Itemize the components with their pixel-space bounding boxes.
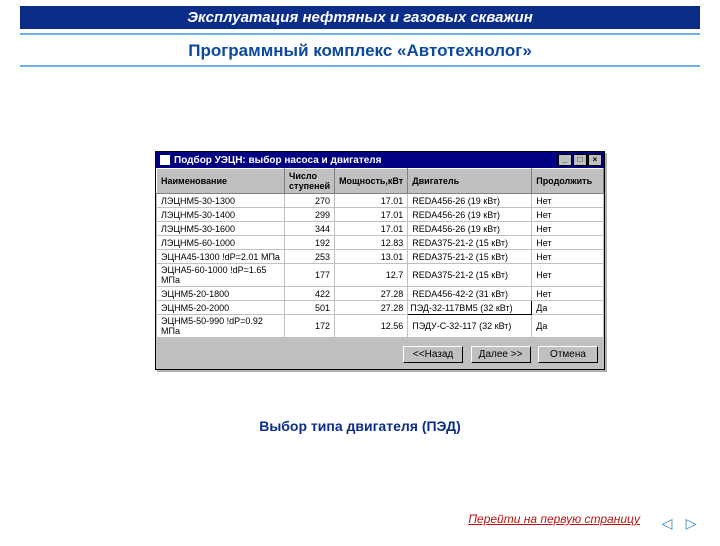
table-row[interactable]: ЛЭЦНМ5-30-140029917.01REDA456-26 (19 кВт…: [157, 208, 604, 222]
cell-stages[interactable]: 299: [285, 208, 335, 222]
col-name[interactable]: Наименование: [157, 169, 285, 194]
cell-name[interactable]: ЛЭЦНМ5-30-1600: [157, 222, 285, 236]
cell-motor[interactable]: REDA375-21-2 (15 кВт): [408, 250, 532, 264]
cell-continue[interactable]: Нет: [532, 208, 604, 222]
col-continue[interactable]: Продолжить: [532, 169, 604, 194]
cell-stages[interactable]: 344: [285, 222, 335, 236]
page-subtitle: Программный комплекс «Автотехнолог»: [0, 41, 720, 61]
minimize-button[interactable]: _: [558, 154, 572, 166]
next-slide-icon[interactable]: ▷: [682, 514, 700, 532]
cell-continue[interactable]: Да: [532, 315, 604, 338]
cell-name[interactable]: ЭЦНМ5-20-2000: [157, 301, 285, 315]
window-titlebar[interactable]: Подбор УЭЦН: выбор насоса и двигателя _ …: [156, 152, 604, 168]
wizard-button-bar: <<Назад Далее >> Отмена: [156, 338, 604, 369]
close-button[interactable]: ×: [588, 154, 602, 166]
cell-motor[interactable]: REDA456-26 (19 кВт): [408, 222, 532, 236]
cell-power[interactable]: 13.01: [335, 250, 408, 264]
cell-continue[interactable]: Нет: [532, 222, 604, 236]
cell-motor[interactable]: ПЭДУ-С-32-117 (32 кВт): [408, 315, 532, 338]
cell-motor[interactable]: REDA456-42-2 (31 кВт): [408, 287, 532, 301]
app-icon: [160, 155, 170, 165]
page-header: Эксплуатация нефтяных и газовых скважин: [20, 6, 700, 29]
table-row[interactable]: ЛЭЦНМ5-30-160034417.01REDA456-26 (19 кВт…: [157, 222, 604, 236]
cell-motor[interactable]: REDA375-21-2 (15 кВт): [408, 236, 532, 250]
cell-power[interactable]: 17.01: [335, 208, 408, 222]
nav-arrows: ◁ ▷: [658, 514, 700, 532]
next-button[interactable]: Далее >>: [471, 346, 531, 363]
table-row[interactable]: ЭЦНМ5-20-200050127.28ПЭД-32-117ВМ5 (32 к…: [157, 301, 604, 315]
cell-continue[interactable]: Нет: [532, 264, 604, 287]
cell-continue[interactable]: Нет: [532, 194, 604, 208]
cell-name[interactable]: ЭЦНА45-1300 !dP=2.01 МПа: [157, 250, 285, 264]
cell-motor[interactable]: REDA456-26 (19 кВт): [408, 194, 532, 208]
cell-power[interactable]: 12.7: [335, 264, 408, 287]
table-row[interactable]: ЛЭЦНМ5-60-100019212.83REDA375-21-2 (15 к…: [157, 236, 604, 250]
cell-continue[interactable]: Нет: [532, 236, 604, 250]
cell-name[interactable]: ЛЭЦНМ5-30-1300: [157, 194, 285, 208]
col-stages[interactable]: Число ступеней: [285, 169, 335, 194]
table-row[interactable]: ЭЦНМ5-20-180042227.28REDA456-42-2 (31 кВ…: [157, 287, 604, 301]
separator-bottom: [20, 65, 700, 67]
first-page-link[interactable]: Перейти на первую страницу: [468, 512, 640, 526]
cell-continue[interactable]: Да: [532, 301, 604, 315]
cell-stages[interactable]: 177: [285, 264, 335, 287]
app-window: Подбор УЭЦН: выбор насоса и двигателя _ …: [155, 151, 605, 370]
table-row[interactable]: ЛЭЦНМ5-30-130027017.01REDA456-26 (19 кВт…: [157, 194, 604, 208]
table-header-row: Наименование Число ступеней Мощность,кВт…: [157, 169, 604, 194]
cell-name[interactable]: ЭЦНА5-60-1000 !dP=1.65 МПа: [157, 264, 285, 287]
window-title: Подбор УЭЦН: выбор насоса и двигателя: [174, 155, 557, 166]
col-motor[interactable]: Двигатель: [408, 169, 532, 194]
cancel-button[interactable]: Отмена: [538, 346, 598, 363]
cell-name[interactable]: ЭЦНМ5-50-990 !dP=0.92 МПа: [157, 315, 285, 338]
cell-motor[interactable]: REDA375-21-2 (15 кВт): [408, 264, 532, 287]
cell-motor[interactable]: ПЭД-32-117ВМ5 (32 кВт): [408, 301, 532, 315]
cell-stages[interactable]: 270: [285, 194, 335, 208]
cell-power[interactable]: 27.28: [335, 301, 408, 315]
cell-stages[interactable]: 192: [285, 236, 335, 250]
separator-top: [20, 33, 700, 35]
cell-stages[interactable]: 422: [285, 287, 335, 301]
cell-name[interactable]: ЭЦНМ5-20-1800: [157, 287, 285, 301]
cell-motor[interactable]: REDA456-26 (19 кВт): [408, 208, 532, 222]
cell-name[interactable]: ЛЭЦНМ5-60-1000: [157, 236, 285, 250]
table-row[interactable]: ЭЦНА45-1300 !dP=2.01 МПа25313.01REDA375-…: [157, 250, 604, 264]
prev-slide-icon[interactable]: ◁: [658, 514, 676, 532]
cell-stages[interactable]: 172: [285, 315, 335, 338]
maximize-button[interactable]: □: [573, 154, 587, 166]
page-header-text: Эксплуатация нефтяных и газовых скважин: [187, 9, 533, 26]
cell-power[interactable]: 12.56: [335, 315, 408, 338]
cell-stages[interactable]: 253: [285, 250, 335, 264]
cell-power[interactable]: 12.83: [335, 236, 408, 250]
back-button[interactable]: <<Назад: [403, 346, 463, 363]
cell-stages[interactable]: 501: [285, 301, 335, 315]
cell-continue[interactable]: Нет: [532, 250, 604, 264]
table-row[interactable]: ЭЦНМ5-50-990 !dP=0.92 МПа17212.56ПЭДУ-С-…: [157, 315, 604, 338]
figure-caption: Выбор типа двигателя (ПЭД): [0, 418, 720, 434]
table-row[interactable]: ЭЦНА5-60-1000 !dP=1.65 МПа17712.7REDA375…: [157, 264, 604, 287]
pump-table: Наименование Число ступеней Мощность,кВт…: [156, 168, 604, 338]
cell-power[interactable]: 27.28: [335, 287, 408, 301]
cell-name[interactable]: ЛЭЦНМ5-30-1400: [157, 208, 285, 222]
cell-power[interactable]: 17.01: [335, 194, 408, 208]
cell-continue[interactable]: Нет: [532, 287, 604, 301]
cell-power[interactable]: 17.01: [335, 222, 408, 236]
col-power[interactable]: Мощность,кВт: [335, 169, 408, 194]
